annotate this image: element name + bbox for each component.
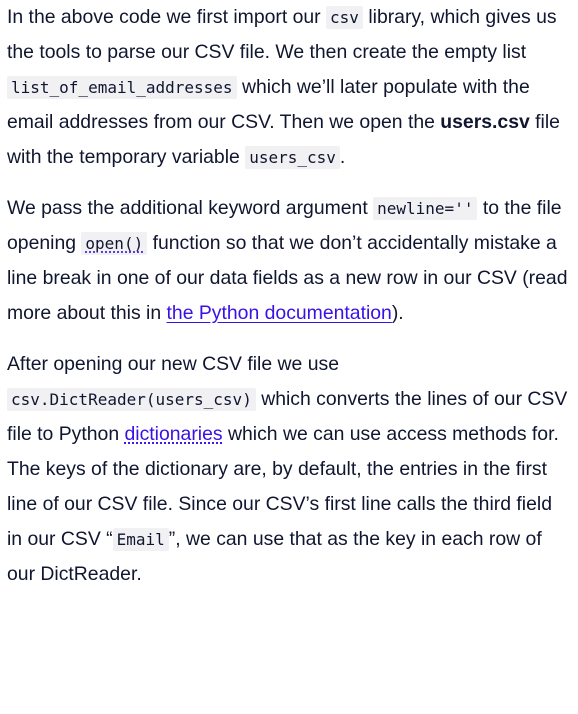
python-documentation-link[interactable]: the Python documentation bbox=[167, 302, 392, 324]
paragraph-2: We pass the additional keyword argument … bbox=[7, 191, 569, 331]
inline-code-csv: csv bbox=[326, 6, 363, 29]
dictionaries-link[interactable]: dictionaries bbox=[125, 423, 223, 445]
paragraph-3: After opening our new CSV file we use cs… bbox=[7, 347, 569, 592]
paragraph-text: We pass the additional keyword argument bbox=[7, 197, 374, 219]
paragraph-text: In the above code we first import our bbox=[7, 6, 327, 28]
inline-code-newline: newline='' bbox=[373, 197, 478, 220]
inline-code-list-of-email-addresses: list_of_email_addresses bbox=[7, 76, 237, 99]
bold-filename: users.csv bbox=[440, 111, 530, 133]
paragraph-1: In the above code we first import our cs… bbox=[7, 0, 569, 175]
paragraph-text: ). bbox=[391, 302, 404, 324]
inline-code-email: Email bbox=[112, 528, 169, 551]
paragraph-text: After opening our new CSV file we use bbox=[7, 353, 339, 375]
inline-code-dictreader: csv.DictReader(users_csv) bbox=[7, 388, 256, 411]
article-body: In the above code we first import our cs… bbox=[7, 0, 569, 592]
inline-code-open-link[interactable]: open() bbox=[81, 232, 148, 255]
inline-code-users-csv: users_csv bbox=[245, 146, 340, 169]
paragraph-text: . bbox=[339, 146, 346, 168]
